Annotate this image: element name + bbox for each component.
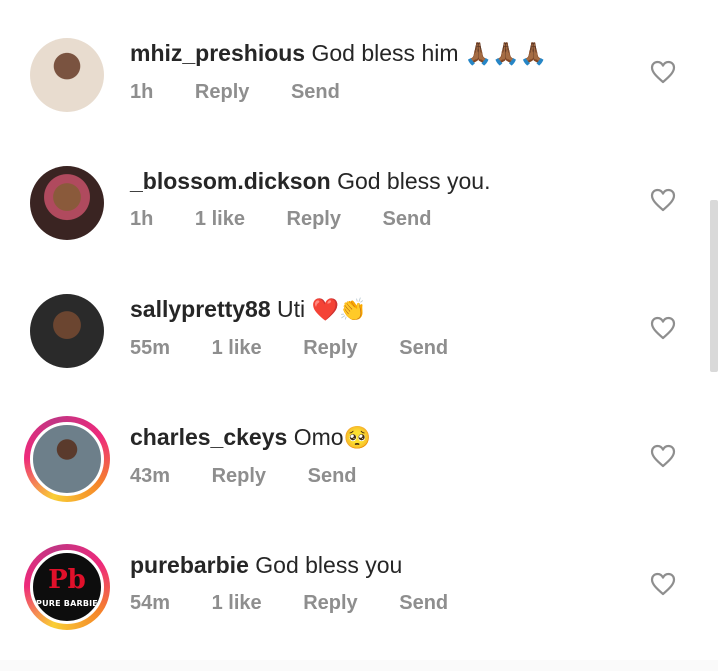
avatar-story-ring[interactable] bbox=[24, 416, 110, 502]
comment-meta: 1h Reply Send bbox=[130, 79, 630, 105]
comment-time: 1h bbox=[130, 208, 154, 230]
comment-item: Pb PURE BARBIE purebarbie God bless you … bbox=[0, 544, 718, 671]
comment-username[interactable]: purebarbie bbox=[130, 552, 249, 578]
reply-button[interactable]: Reply bbox=[303, 590, 357, 616]
heart-outline-icon[interactable] bbox=[650, 572, 676, 596]
avatar[interactable] bbox=[30, 294, 104, 368]
like-count[interactable]: 1 like bbox=[212, 335, 262, 361]
send-button[interactable]: Send bbox=[399, 335, 448, 361]
scrollbar-thumb[interactable] bbox=[710, 200, 718, 372]
brand-logo-text: PURE BARBIE bbox=[36, 599, 98, 608]
comment-line: charles_ckeys Omo🥺 bbox=[130, 422, 630, 453]
brand-logo-mark: Pb bbox=[48, 565, 86, 595]
avatar[interactable] bbox=[30, 166, 104, 240]
comment-username[interactable]: mhiz_preshious bbox=[130, 40, 305, 66]
comment-line: mhiz_preshious God bless him 🙏🏾🙏🏾🙏🏾 bbox=[130, 38, 630, 69]
like-count[interactable]: 1 like bbox=[212, 590, 262, 616]
comment-username[interactable]: sallypretty88 bbox=[130, 296, 271, 322]
comment-time: 1h bbox=[130, 81, 154, 103]
avatar-logo: Pb PURE BARBIE bbox=[30, 550, 104, 624]
comment-meta: 55m 1 like Reply Send bbox=[130, 335, 630, 361]
heart-outline-icon[interactable] bbox=[650, 188, 676, 212]
comment-meta: 54m 1 like Reply Send bbox=[130, 590, 630, 616]
avatar-photo bbox=[30, 294, 104, 368]
comment-meta: 1h 1 like Reply Send bbox=[130, 206, 630, 232]
bottom-divider bbox=[0, 660, 718, 671]
heart-outline-icon[interactable] bbox=[650, 444, 676, 468]
comment-text: God bless him bbox=[311, 40, 459, 66]
comments-screen: mhiz_preshious God bless him 🙏🏾🙏🏾🙏🏾 1h R… bbox=[0, 0, 718, 671]
comment-line: purebarbie God bless you bbox=[130, 550, 630, 580]
send-button[interactable]: Send bbox=[308, 463, 357, 489]
reply-button[interactable]: Reply bbox=[212, 463, 266, 489]
comment-text: Omo bbox=[293, 424, 344, 450]
send-button[interactable]: Send bbox=[291, 79, 340, 105]
send-button[interactable]: Send bbox=[399, 590, 448, 616]
heart-outline-icon[interactable] bbox=[650, 60, 676, 84]
comment-item: mhiz_preshious God bless him 🙏🏾🙏🏾🙏🏾 1h R… bbox=[0, 38, 718, 166]
comment-line: _blossom.dickson God bless you. bbox=[130, 166, 630, 196]
comment-text: Uti bbox=[277, 296, 306, 322]
comment-item: sallypretty88 Uti ❤️👏 55m 1 like Reply S… bbox=[0, 294, 718, 422]
comment-item: charles_ckeys Omo🥺 43m Reply Send bbox=[0, 416, 718, 550]
reply-button[interactable]: Reply bbox=[287, 206, 341, 232]
comment-item: _blossom.dickson God bless you. 1h 1 lik… bbox=[0, 166, 718, 294]
comment-body: mhiz_preshious God bless him 🙏🏾🙏🏾🙏🏾 1h R… bbox=[130, 38, 630, 105]
avatar-story-ring[interactable]: Pb PURE BARBIE bbox=[24, 544, 110, 630]
comment-text: God bless you bbox=[255, 552, 403, 578]
comment-line: sallypretty88 Uti ❤️👏 bbox=[130, 294, 630, 325]
avatar[interactable] bbox=[30, 38, 104, 112]
comment-body: sallypretty88 Uti ❤️👏 55m 1 like Reply S… bbox=[130, 294, 630, 361]
comment-time: 54m bbox=[130, 592, 171, 614]
comment-body: purebarbie God bless you 54m 1 like Repl… bbox=[130, 550, 630, 616]
comment-emoji: 🥺 bbox=[343, 425, 371, 450]
comment-username[interactable]: charles_ckeys bbox=[130, 424, 287, 450]
avatar-photo bbox=[30, 166, 104, 240]
comment-text: God bless you. bbox=[337, 168, 491, 194]
comment-body: charles_ckeys Omo🥺 43m Reply Send bbox=[130, 422, 630, 489]
comment-emoji: 🙏🏾🙏🏾🙏🏾 bbox=[464, 41, 548, 66]
comment-emoji: ❤️👏 bbox=[311, 297, 367, 322]
comment-time: 55m bbox=[130, 337, 171, 359]
comment-username[interactable]: _blossom.dickson bbox=[130, 168, 331, 194]
like-count[interactable]: 1 like bbox=[195, 206, 245, 232]
reply-button[interactable]: Reply bbox=[195, 79, 249, 105]
avatar-photo bbox=[30, 422, 104, 496]
comment-time: 43m bbox=[130, 465, 171, 487]
avatar-photo bbox=[30, 38, 104, 112]
heart-outline-icon[interactable] bbox=[650, 316, 676, 340]
send-button[interactable]: Send bbox=[383, 206, 432, 232]
comment-meta: 43m Reply Send bbox=[130, 463, 630, 489]
comment-body: _blossom.dickson God bless you. 1h 1 lik… bbox=[130, 166, 630, 232]
reply-button[interactable]: Reply bbox=[303, 335, 357, 361]
